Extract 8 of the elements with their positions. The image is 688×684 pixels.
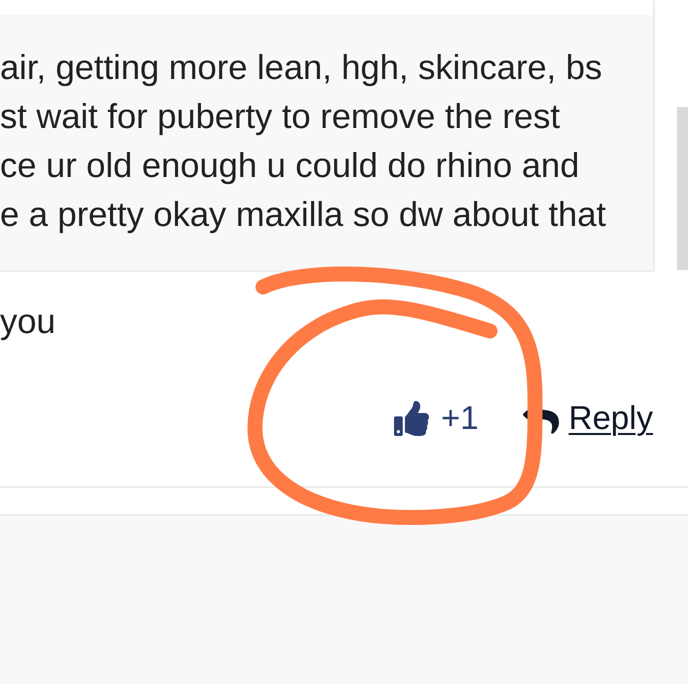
quote-line: e a pretty okay maxilla so dw about that	[0, 195, 606, 236]
like-button[interactable]: +1	[394, 398, 479, 438]
quote-line: st wait for puberty to remove the rest	[0, 97, 560, 138]
thumbs-up-icon	[394, 400, 429, 436]
quote-line: air, getting more lean, hgh, skincare, bs	[0, 48, 602, 89]
post-text: you	[0, 302, 56, 343]
scrollbar[interactable]	[677, 107, 688, 270]
quote-line: ce ur old enough u could do rhino and	[0, 146, 580, 187]
